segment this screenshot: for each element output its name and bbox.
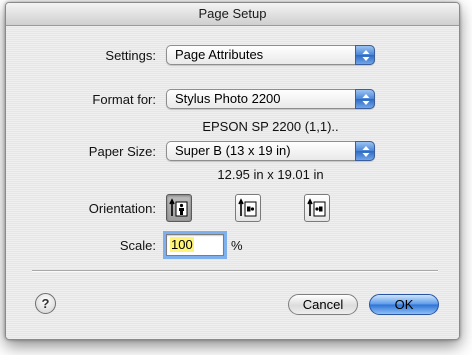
format-for-label: Format for: [92,92,156,107]
orientation-label: Orientation: [88,201,156,216]
landscape-left-orientation-icon [238,198,257,217]
popup-arrows-icon [355,89,375,109]
page-setup-dialog: Page Setup Settings: Page Attributes For… [5,2,460,340]
scale-unit: % [231,238,243,253]
format-for-popup-value: Stylus Photo 2200 [175,91,281,106]
settings-popup[interactable]: Page Attributes [166,45,375,65]
settings-label: Settings: [105,48,156,63]
paper-size-label: Paper Size: [88,144,156,159]
paper-size-popup-value: Super B (13 x 19 in) [175,143,291,158]
landscape-right-orientation-icon [307,198,326,217]
scale-input[interactable]: 100 [166,234,224,256]
orientation-landscape-left-button[interactable] [235,194,261,222]
paper-dimensions: 12.95 in x 19.01 in [217,167,324,182]
printer-info: EPSON SP 2200 (1,1).. [202,119,339,134]
format-for-popup[interactable]: Stylus Photo 2200 [166,89,375,109]
cancel-button[interactable]: Cancel [288,294,358,315]
ok-button[interactable]: OK [369,294,439,315]
popup-arrows-icon [355,45,375,65]
scale-input-value: 100 [170,237,194,252]
button-separator [32,270,438,272]
orientation-portrait-button[interactable] [166,194,192,222]
scale-label: Scale: [119,238,156,253]
help-icon: ? [41,296,50,311]
popup-arrows-icon [355,141,375,161]
paper-size-popup[interactable]: Super B (13 x 19 in) [166,141,375,161]
portrait-orientation-icon [169,198,188,217]
dialog-title: Page Setup [6,3,459,26]
settings-popup-value: Page Attributes [175,47,264,62]
help-button[interactable]: ? [35,293,56,314]
orientation-landscape-right-button[interactable] [304,194,330,222]
